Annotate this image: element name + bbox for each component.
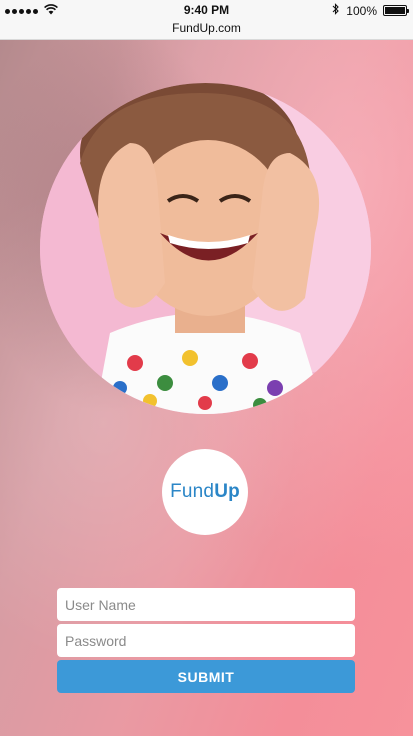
fundup-logo: Fund Up [162, 449, 248, 535]
battery-icon [383, 5, 409, 16]
url-text: FundUp.com [172, 21, 241, 35]
logo-text-up: Up [214, 481, 240, 502]
username-input[interactable] [57, 588, 355, 621]
login-screen: FundUp SUBMIT [0, 40, 413, 736]
browser-url-bar[interactable]: FundUp.com [0, 20, 413, 40]
logo-text-fund: Fund [170, 481, 215, 502]
status-bar: 9:40 PM 100% [0, 0, 413, 20]
bluetooth-icon [332, 3, 340, 18]
submit-button[interactable]: SUBMIT [57, 660, 355, 693]
hero-photo [40, 83, 371, 414]
password-input[interactable] [57, 624, 355, 657]
battery-percent: 100% [346, 3, 377, 18]
status-right: 100% [332, 3, 409, 18]
